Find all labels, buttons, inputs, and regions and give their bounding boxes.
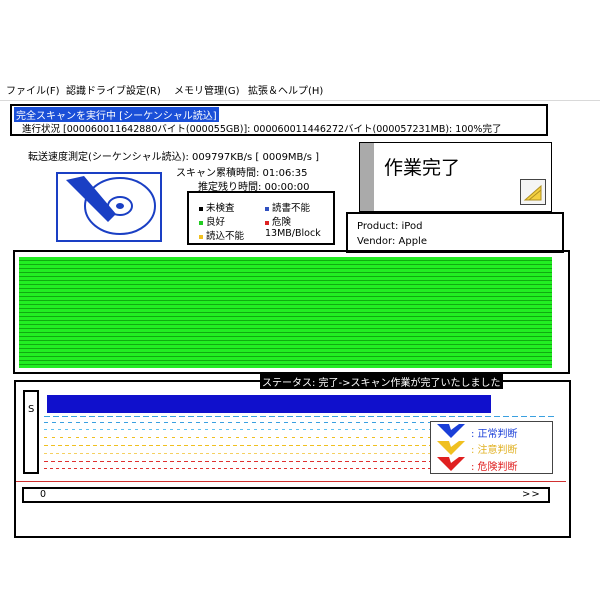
elapsed-time: スキャン累積時間: 01:06:35 — [176, 168, 308, 179]
legend-danger: 危険 — [272, 217, 292, 228]
danger-dot-icon — [265, 220, 269, 225]
device-info-panel: Product: iPod Vendor: Apple — [346, 212, 564, 253]
s-label: S — [28, 404, 35, 415]
legend-block-size: 13MB/Block — [265, 228, 321, 239]
scan-result-bar — [47, 395, 491, 413]
danger-arrow-icon — [437, 457, 465, 471]
menu-drive-settings[interactable]: 認識ドライブ設定(R) — [66, 82, 161, 97]
disk-icon-graphic — [66, 176, 156, 235]
s-indicator: S — [23, 390, 39, 474]
menu-help[interactable]: 拡張＆ヘルプ(H) — [248, 82, 323, 97]
menu-bar: ファイル(F) 認識ドライブ設定(R) メモリ管理(G) 拡張＆ヘルプ(H) — [0, 78, 600, 98]
good-dot-icon — [199, 220, 203, 225]
device-product: Product: iPod — [357, 221, 423, 232]
scan-progress-text: 進行状況 [000060011642880バイト(000055GB)]: 000… — [22, 124, 502, 135]
work-complete-label: 作業完了 — [384, 157, 461, 179]
judge-normal: : 正常判断 — [471, 429, 518, 440]
menu-file[interactable]: ファイル(F) — [6, 82, 60, 97]
nav-start-value: 0 — [40, 489, 47, 500]
work-complete-panel: 作業完了 — [359, 142, 552, 212]
judge-danger: : 危険判断 — [471, 462, 518, 473]
unchecked-dot-icon — [199, 206, 203, 211]
normal-arrow-icon — [437, 424, 465, 438]
sticky-note-icon[interactable] — [520, 179, 546, 205]
hard-disk-icon — [56, 172, 162, 242]
read-fail-dot-icon — [199, 234, 203, 239]
status-message: ステータス: 完了->スキャン作業が完了いたしました — [260, 374, 503, 389]
device-vendor: Vendor: Apple — [357, 236, 427, 247]
judgement-legend: : 正常判断 : 注意判断 : 危険判断 — [430, 421, 553, 474]
caution-arrow-icon — [437, 441, 465, 455]
menu-separator — [0, 100, 600, 101]
legend-read-fail: 読込不能 — [206, 231, 245, 242]
bottom-red-line — [16, 481, 566, 482]
legend-good: 良好 — [206, 217, 226, 228]
legend-unchecked: 未検査 — [206, 203, 235, 214]
block-map-panel — [13, 250, 570, 374]
scan-mode-title: 完全スキャンを実行中 [シーケンシャル読込] — [14, 107, 219, 122]
legend-write-fail: 読書不能 — [272, 203, 311, 214]
nav-next-button[interactable]: >> — [522, 489, 541, 500]
transfer-speed: 転送速度測定(シーケンシャル読込): 009797KB/s [ 0009MB/s… — [28, 152, 320, 163]
legend-panel: 未検査 読書不能 良好 危険 読込不能 13MB/Block — [187, 191, 335, 245]
judge-caution: : 注意判断 — [471, 445, 518, 456]
write-fail-dot-icon — [265, 206, 269, 211]
block-map-grid — [19, 257, 552, 368]
menu-memory[interactable]: メモリ管理(G) — [174, 82, 240, 97]
scan-progress-panel: 完全スキャンを実行中 [シーケンシャル読込] 進行状況 [00006001164… — [10, 104, 548, 136]
complete-side-bar — [360, 143, 374, 211]
block-navigator[interactable]: 0 >> — [22, 487, 550, 503]
